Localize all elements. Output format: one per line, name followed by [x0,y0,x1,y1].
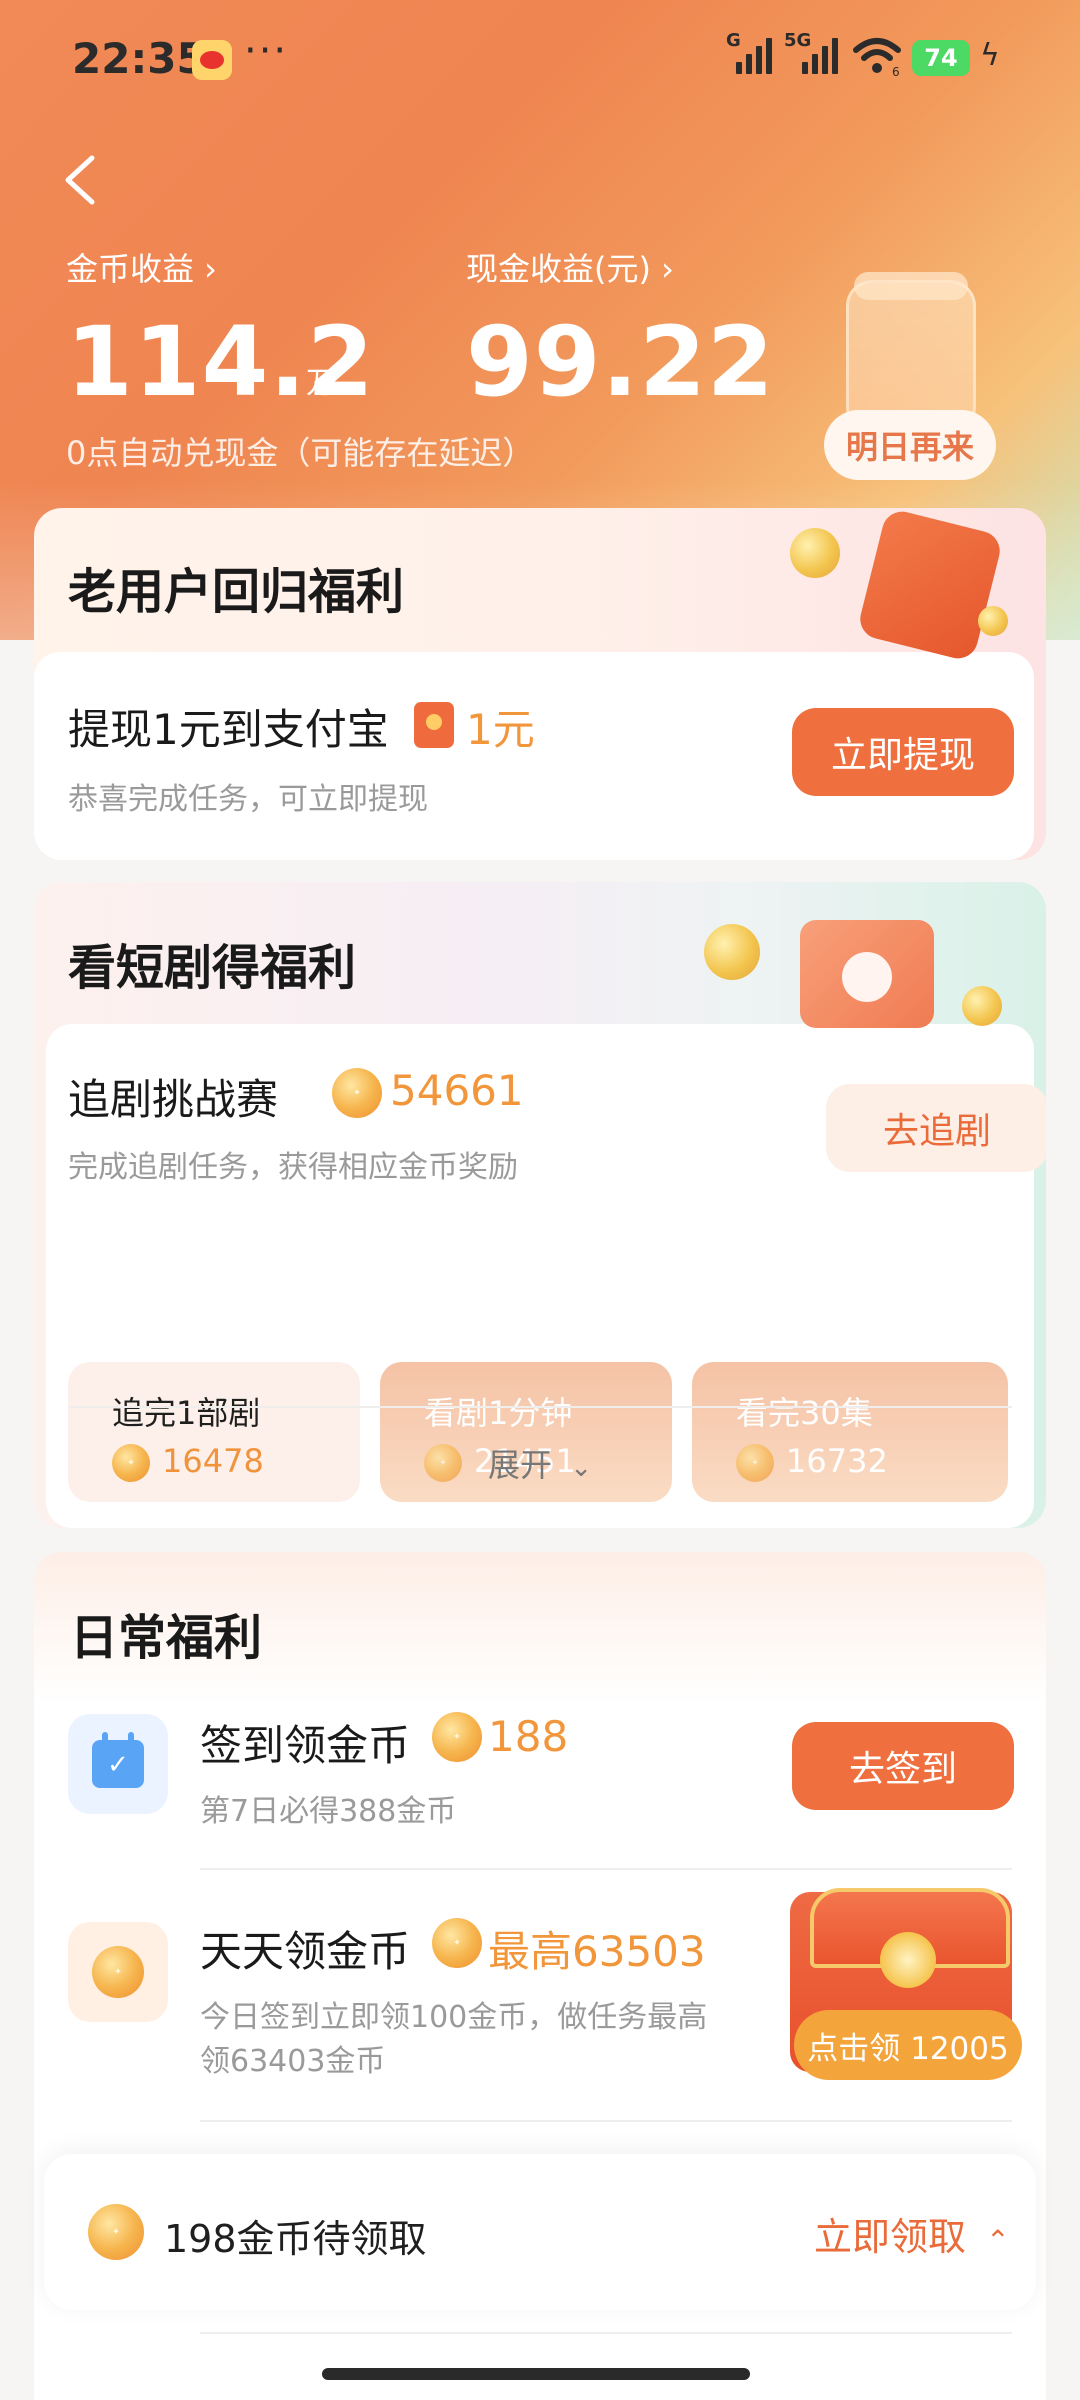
pending-coins-text: 198金币待领取 [164,2217,427,2261]
coin-task-icon [68,1922,168,2022]
home-indicator[interactable] [322,2368,750,2380]
claim-now-label: 立即领取 [814,2215,967,2259]
chevron-up-icon: ⌃ [986,2224,1010,2257]
more-notifications-icon: ··· [244,28,289,74]
deco-coin-small-icon [978,606,1008,636]
withdraw-task-row: 提现1元到支付宝 1元 恭喜完成任务，可立即提现 立即提现 [34,652,1034,860]
deco-coin-icon [704,924,760,980]
auto-exchange-note: 0点自动兑现金（可能存在延迟） [66,434,535,472]
divider [68,1406,1012,1408]
coin-earnings-link[interactable]: 金币收益 › [66,244,217,290]
withdraw-task-subtitle: 恭喜完成任务，可立即提现 [68,782,428,817]
come-back-tomorrow-button[interactable]: 明日再来 [824,410,996,480]
daily-coin-subtitle-line2: 领63403金币 [200,2044,386,2079]
daily-benefits-title: 日常福利 [70,1610,263,1666]
short-drama-title: 看短剧得福利 [68,940,357,996]
task-label: 看完30集 [736,1394,873,1432]
claim-chest-button[interactable]: 点击领 12005 [794,2010,1022,2080]
cash-earnings-value: 99.22 [466,306,775,418]
drama-challenge-subtitle: 完成追剧任务，获得相应金币奖励 [68,1150,518,1185]
drama-challenge-reward: 54661 [390,1066,524,1115]
status-time: 22:35 [72,34,206,83]
wifi-label: 6 [892,65,900,76]
chevron-down-icon: ⌄ [570,1453,592,1483]
gold-coin-icon [332,1068,382,1118]
daily-coin-reward: 最高63503 [488,1927,706,1976]
task-label: 追完1部剧 [112,1394,261,1432]
wifi-icon: 6 [853,38,901,76]
coin-earnings-unit: 万 [306,366,336,401]
gold-coin-icon [88,2204,144,2260]
deco-coin-icon [790,528,840,578]
divider [200,2332,1012,2334]
red-envelope-icon [414,702,454,748]
checkin-subtitle: 第7日必得388金币 [200,1794,457,1829]
treasure-chest-lock-icon [880,1932,936,1988]
daily-coin-subtitle-line1: 今日签到立即领100金币，做任务最高 [200,2000,708,2035]
returning-user-title: 老用户回归福利 [68,564,405,620]
expand-button[interactable]: 展开 ⌄ [34,1440,1046,1486]
task-label: 看剧1分钟 [424,1394,573,1432]
gold-coin-icon [432,1712,482,1762]
play-icon [842,952,892,1002]
expand-label: 展开 [488,1446,553,1484]
pending-coins-bar: 198金币待领取 立即领取 ⌃ [44,2154,1036,2310]
divider [200,1868,1012,1870]
withdraw-reward: 1元 [466,705,535,754]
calendar-icon [68,1714,168,1814]
drama-challenge-title: 追剧挑战赛 [68,1075,279,1124]
deco-coin-small-icon [962,986,1002,1026]
divider [200,2120,1012,2122]
checkin-title: 签到领金币 [200,1721,411,1770]
status-bar: 22:35 ··· G 5G 6 74 ϟ [0,0,1080,116]
go-watch-drama-button[interactable]: 去追剧 [826,1084,1046,1172]
weibo-notification-icon [192,40,232,80]
back-arrow-icon[interactable] [56,152,104,208]
cash-earnings-link[interactable]: 现金收益(元) › [466,244,674,290]
gold-coin-icon [432,1918,482,1968]
go-checkin-button[interactable]: 去签到 [792,1722,1014,1810]
checkin-reward: 188 [488,1712,569,1761]
withdraw-task-title: 提现1元到支付宝 [68,705,389,754]
claim-now-button[interactable]: 立即领取 ⌃ [814,2206,1010,2261]
charging-icon: ϟ [980,38,1000,73]
signal-strength-icon [736,36,772,74]
withdraw-now-button[interactable]: 立即提现 [792,708,1014,796]
battery-indicator: 74 [912,40,970,76]
signal-5g-icon [802,36,838,74]
daily-coin-title: 天天领金币 [200,1927,411,1976]
